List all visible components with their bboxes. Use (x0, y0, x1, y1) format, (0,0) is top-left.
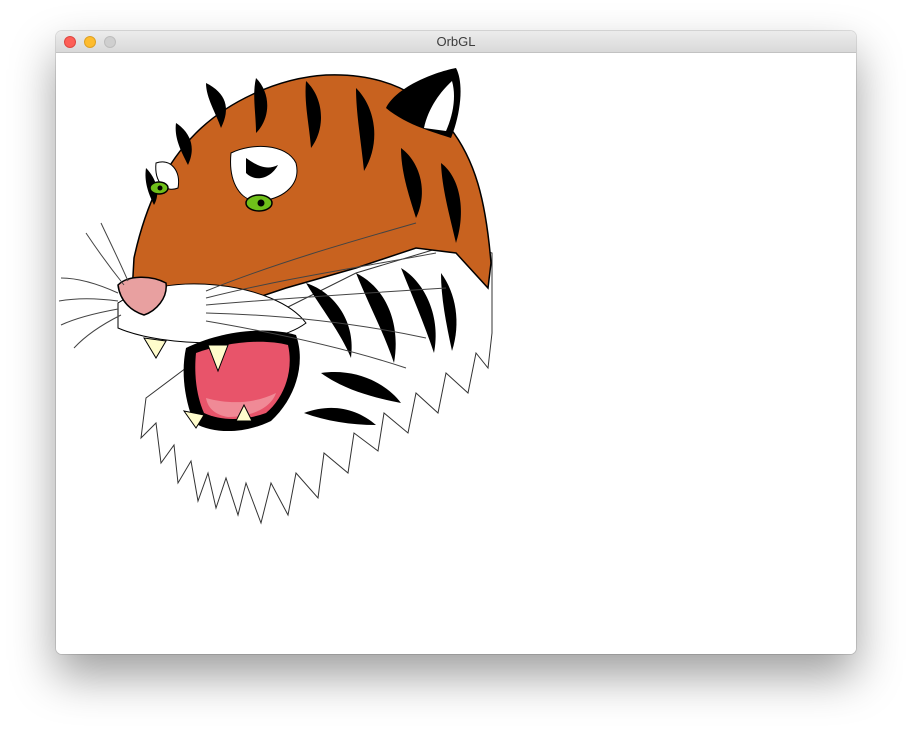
render-canvas[interactable] (56, 53, 856, 654)
app-window: OrbGL (56, 31, 856, 654)
tiger-illustration (58, 68, 493, 525)
window-title: OrbGL (436, 34, 476, 49)
title-bar[interactable]: OrbGL (56, 31, 856, 53)
tiger-fang (143, 337, 167, 359)
